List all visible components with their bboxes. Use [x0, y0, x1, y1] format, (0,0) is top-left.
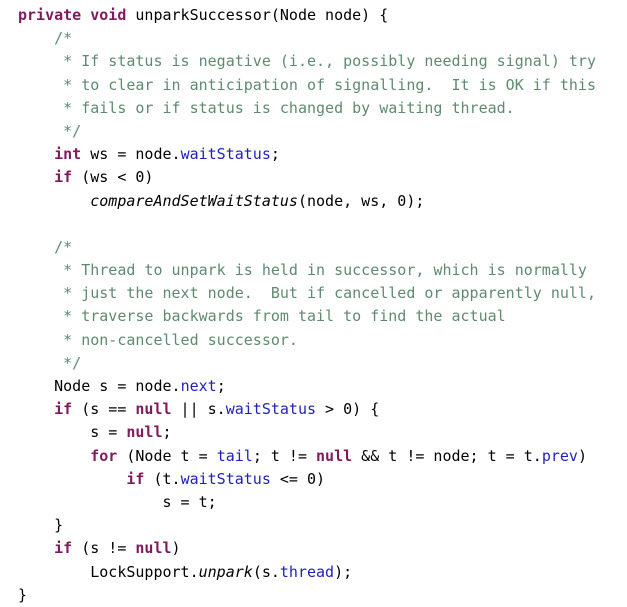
code-token-plain: ws = node.: [81, 145, 181, 164]
code-token-plain: LockSupport.: [18, 562, 199, 581]
code-token-field: waitStatus: [180, 145, 271, 164]
code-line: if (s != null): [0, 537, 627, 560]
code-line: * non-cancelled successor.: [0, 329, 627, 352]
code-token-plain: }: [18, 516, 64, 535]
code-token-plain: && t != node; t = t.: [352, 446, 542, 465]
code-token-comment: * non-cancelled successor.: [18, 330, 298, 349]
code-token-comment: * just the next node. But if cancelled o…: [18, 284, 596, 303]
code-token-keyword: if: [54, 539, 73, 558]
code-token-comment: * If status is negative (i.e., possibly …: [18, 52, 596, 71]
code-token-keyword: if: [126, 469, 145, 488]
code-token-method: unpark: [198, 562, 253, 581]
code-line: }: [0, 584, 627, 607]
code-token-comment: * to clear in anticipation of signalling…: [18, 75, 596, 94]
code-token-plain: || s.: [171, 400, 226, 419]
code-line: if (s == null || s.waitStatus > 0) {: [0, 398, 627, 421]
code-line: s = t;: [0, 491, 627, 514]
code-token-keyword: if: [54, 168, 73, 187]
code-token-plain: }: [18, 585, 28, 604]
code-line: */: [0, 120, 627, 143]
code-line: }: [0, 514, 627, 537]
code-token-plain: ): [171, 539, 181, 558]
code-token-keyword: null: [135, 400, 172, 419]
code-token-comment: /*: [18, 237, 73, 256]
code-token-plain: (s ==: [72, 400, 136, 419]
code-token-field: next: [180, 377, 217, 395]
code-token-keyword: if: [54, 400, 73, 419]
code-token-field: waitStatus: [225, 400, 317, 419]
code-token-keyword: for: [90, 446, 118, 465]
code-line: * to clear in anticipation of signalling…: [0, 74, 627, 97]
code-token-comment: * fails or if status is changed by waiti…: [18, 98, 515, 117]
code-line: * If status is negative (i.e., possibly …: [0, 50, 627, 73]
code-token-comment: * Thread to unpark is held in successor,…: [18, 261, 587, 280]
code-token-plain: (ws < 0): [72, 168, 154, 187]
code-token-plain: ; t !=: [252, 446, 317, 465]
code-line: if (ws < 0): [0, 166, 627, 189]
code-token-plain: Node s = node.: [18, 377, 181, 395]
code-line: /*: [0, 236, 627, 259]
code-line: */: [0, 352, 627, 375]
code-token-keyword: void: [90, 6, 127, 24]
code-token-plain: (Node t =: [117, 446, 217, 465]
code-line: * fails or if status is changed by waiti…: [0, 97, 627, 120]
code-token-plain: ;: [162, 423, 172, 442]
code-token-plain: unparkSuccessor(Node node) {: [126, 6, 389, 24]
code-token-plain: ;: [216, 377, 226, 395]
code-token-keyword: null: [135, 539, 172, 558]
code-line: * Thread to unpark is held in successor,…: [0, 259, 627, 282]
code-token-comment: /*: [18, 29, 73, 48]
code-token-keyword: int: [54, 145, 82, 164]
code-line: int ws = node.waitStatus;: [0, 143, 627, 166]
code-line: * traverse backwards from tail to find t…: [0, 305, 627, 328]
code-token-plain: (t.: [144, 469, 181, 488]
code-line: private void unparkSuccessor(Node node) …: [0, 4, 627, 27]
code-token-comment: */: [18, 353, 82, 372]
code-token-keyword: null: [126, 423, 163, 442]
code-token-field: waitStatus: [180, 469, 271, 488]
code-token-plain: (s !=: [72, 539, 136, 558]
code-token-field: prev: [541, 446, 578, 465]
code-line: LockSupport.unpark(s.thread);: [0, 561, 627, 584]
code-token-keyword: private: [18, 6, 82, 24]
code-token-comment: */: [18, 121, 82, 140]
code-token-plain: (node, ws, 0);: [297, 191, 425, 210]
code-line: if (t.waitStatus <= 0): [0, 468, 627, 491]
code-token-comment: * traverse backwards from tail to find t…: [18, 307, 506, 326]
code-token-keyword: null: [316, 446, 353, 465]
code-token-method: compareAndSetWaitStatus: [90, 191, 298, 210]
code-token-plain: s = t;: [18, 492, 217, 511]
code-line: for (Node t = tail; t != null && t != no…: [0, 445, 627, 468]
code-token-plain: (s.: [252, 562, 280, 581]
code-token-field: thread: [279, 562, 335, 581]
code-line: * just the next node. But if cancelled o…: [0, 282, 627, 305]
code-line: /*: [0, 27, 627, 50]
code-token-plain: );: [334, 562, 353, 581]
code-token-plain: s =: [18, 423, 127, 442]
code-token-plain: > 0) {: [316, 400, 380, 419]
code-token-plain: ): [577, 446, 587, 465]
code-line: s = null;: [0, 421, 627, 444]
code-viewer[interactable]: private void unparkSuccessor(Node node) …: [0, 0, 627, 604]
code-token-field: tail: [216, 446, 253, 465]
code-token-plain: ;: [270, 145, 280, 164]
code-line: compareAndSetWaitStatus(node, ws, 0);: [0, 190, 627, 213]
code-line: Node s = node.next;: [0, 375, 627, 398]
code-token-plain: <= 0): [270, 469, 326, 488]
